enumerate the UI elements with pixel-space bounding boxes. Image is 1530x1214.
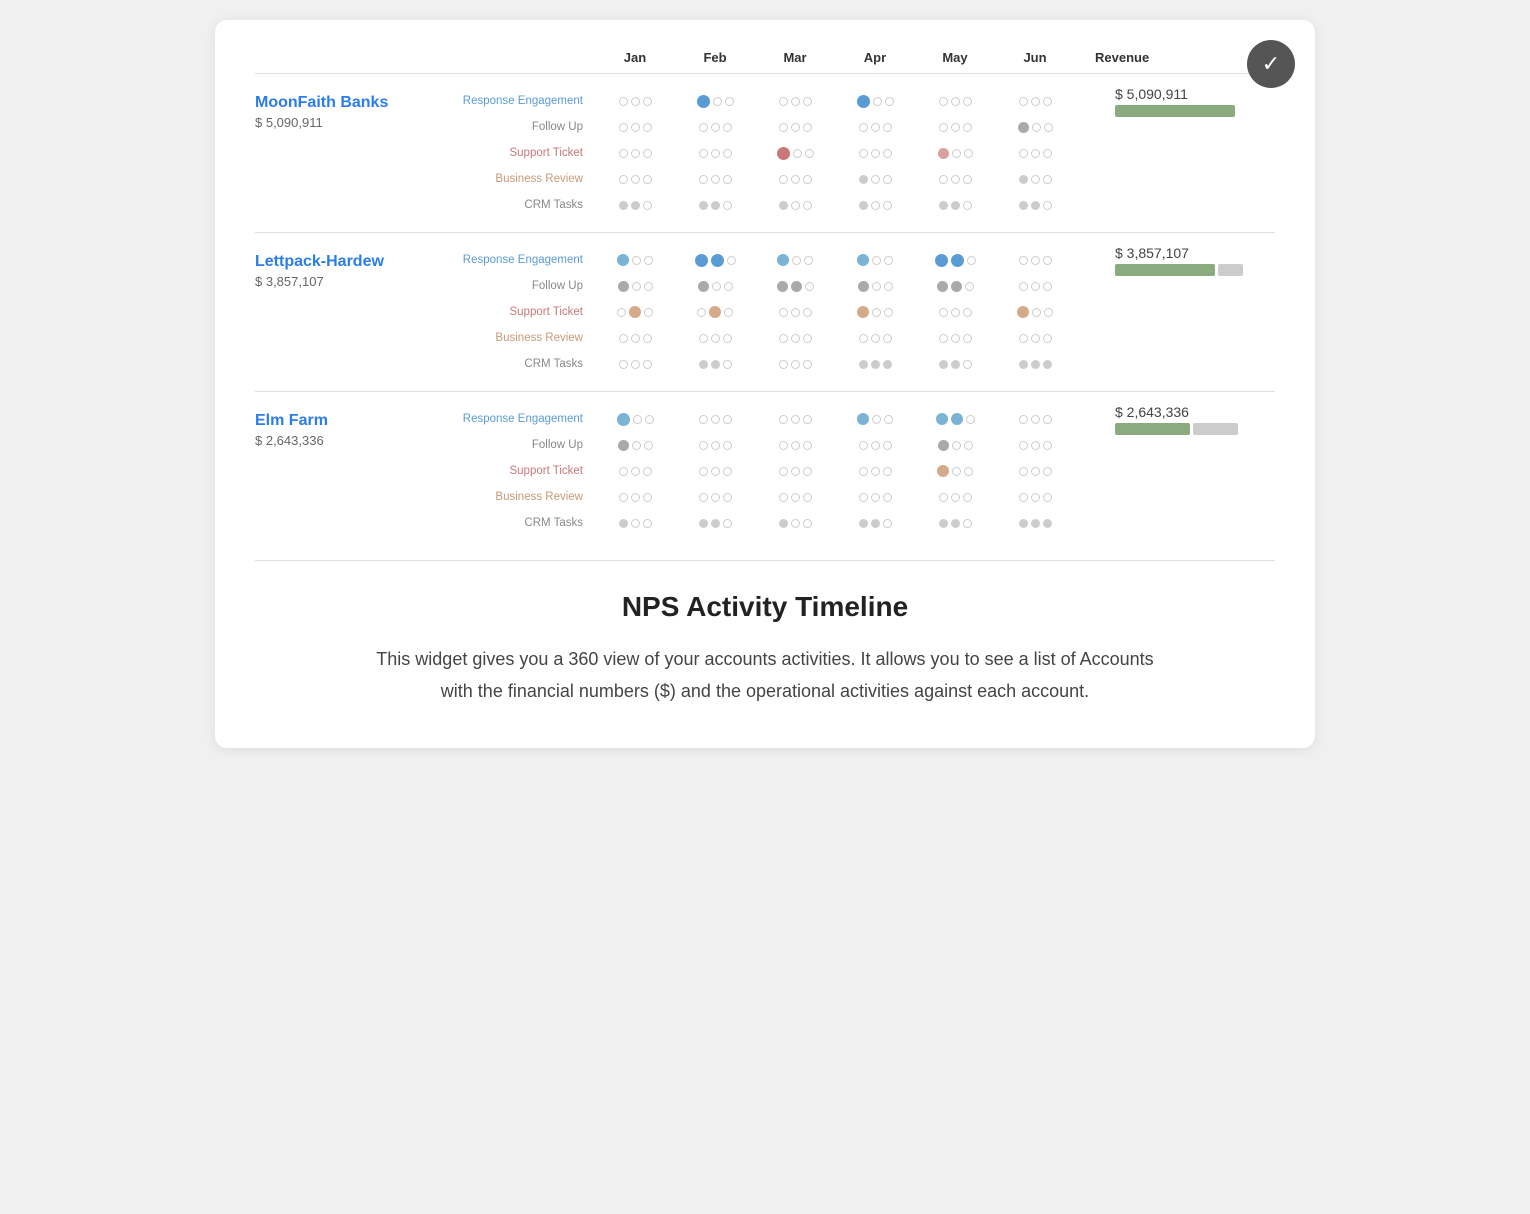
dots-support-elmfarm <box>595 465 1275 477</box>
row-crm-lettpack: CRM Tasks <box>455 353 1275 375</box>
account-revenue-lettpack: $ 3,857,107 <box>255 274 455 289</box>
activity-grid-moonfaith: Response Engagement <box>455 90 1275 216</box>
row-support-elmfarm: Support Ticket <box>455 460 1275 482</box>
revenue-bar-lettpack <box>1115 264 1243 276</box>
label-bizreview-moonfaith: Business Review <box>455 173 595 185</box>
revenue-amount-elmfarm: $ 2,643,336 <box>1115 404 1189 420</box>
dots-support-lettpack <box>595 306 1275 318</box>
label-followup-lettpack: Follow Up <box>455 280 595 292</box>
row-followup-lettpack: Follow Up <box>455 275 1275 297</box>
dots-support-moonfaith <box>595 147 1275 160</box>
header-feb: Feb <box>675 50 755 65</box>
dots-bizreview-moonfaith <box>595 175 1275 184</box>
revenue-col-elmfarm: $ 2,643,336 <box>1095 404 1275 435</box>
header-apr: Apr <box>835 50 915 65</box>
label-followup-moonfaith: Follow Up <box>455 121 595 133</box>
row-support-lettpack: Support Ticket <box>455 301 1275 323</box>
row-bizreview-moonfaith: Business Review <box>455 168 1275 190</box>
account-info-moonfaith: MoonFaith Banks $ 5,090,911 <box>255 90 455 130</box>
header-may: May <box>915 50 995 65</box>
label-bizreview-lettpack: Business Review <box>455 332 595 344</box>
row-followup-moonfaith: Follow Up <box>455 116 1275 138</box>
dots-bizreview-elmfarm <box>595 493 1275 502</box>
dots-followup-lettpack <box>595 281 1275 292</box>
revenue-amount-lettpack: $ 3,857,107 <box>1115 245 1189 261</box>
dots-bizreview-lettpack <box>595 334 1275 343</box>
row-bizreview-lettpack: Business Review <box>455 327 1275 349</box>
activity-grid-lettpack: Response Engagement $ 3,857,107 <box>455 249 1275 375</box>
label-bizreview-elmfarm: Business Review <box>455 491 595 503</box>
account-name-lettpack[interactable]: Lettpack-Hardew <box>255 253 455 271</box>
dots-followup-moonfaith <box>595 122 1275 133</box>
description-text: This widget gives you a 360 view of your… <box>365 643 1165 708</box>
label-response-elmfarm: Response Engagement <box>455 413 595 425</box>
row-support-moonfaith: Support Ticket <box>455 142 1275 164</box>
header-row: Jan Feb Mar Apr May Jun Revenue <box>255 50 1275 65</box>
row-crm-elmfarm: CRM Tasks <box>455 512 1275 534</box>
revenue-header: Revenue <box>1075 50 1255 65</box>
label-followup-elmfarm: Follow Up <box>455 439 595 451</box>
account-name-moonfaith[interactable]: MoonFaith Banks <box>255 94 455 112</box>
main-card: ✓ Jan Feb Mar Apr May Jun Revenue MoonFa… <box>215 20 1315 748</box>
label-response-moonfaith: Response Engagement <box>455 95 595 107</box>
account-revenue-elmfarm: $ 2,643,336 <box>255 433 455 448</box>
row-response-moonfaith: Response Engagement <box>455 90 1275 112</box>
header-mar: Mar <box>755 50 835 65</box>
activity-grid-elmfarm: Response Engagement $ 2,643,336 <box>455 408 1275 534</box>
revenue-col-lettpack: $ 3,857,107 <box>1095 245 1275 276</box>
dots-followup-elmfarm <box>595 440 1275 451</box>
account-name-elmfarm[interactable]: Elm Farm <box>255 412 455 430</box>
check-icon: ✓ <box>1247 40 1295 88</box>
dots-crm-elmfarm <box>595 519 1275 528</box>
account-section-lettpack: Lettpack-Hardew $ 3,857,107 Response Eng… <box>255 232 1275 391</box>
dots-crm-lettpack <box>595 360 1275 369</box>
row-response-lettpack: Response Engagement $ 3,857,107 <box>455 249 1275 271</box>
row-bizreview-elmfarm: Business Review <box>455 486 1275 508</box>
revenue-bar-moonfaith <box>1115 105 1235 117</box>
row-response-elmfarm: Response Engagement $ 2,643,336 <box>455 408 1275 430</box>
account-revenue-moonfaith: $ 5,090,911 <box>255 115 455 130</box>
row-crm-moonfaith: CRM Tasks <box>455 194 1275 216</box>
header-jan: Jan <box>595 50 675 65</box>
revenue-col-moonfaith: $ 5,090,911 <box>1095 86 1275 117</box>
dots-crm-moonfaith <box>595 201 1275 210</box>
account-section-moonfaith: MoonFaith Banks $ 5,090,911 Response Eng… <box>255 73 1275 232</box>
label-support-elmfarm: Support Ticket <box>455 465 595 477</box>
label-response-lettpack: Response Engagement <box>455 254 595 266</box>
label-crm-lettpack: CRM Tasks <box>455 358 595 370</box>
revenue-amount-moonfaith: $ 5,090,911 <box>1115 86 1188 102</box>
label-crm-elmfarm: CRM Tasks <box>455 517 595 529</box>
label-crm-moonfaith: CRM Tasks <box>455 199 595 211</box>
row-followup-elmfarm: Follow Up <box>455 434 1275 456</box>
description-section: NPS Activity Timeline This widget gives … <box>255 560 1275 708</box>
dots-response-moonfaith <box>595 95 1095 108</box>
revenue-bar-elmfarm <box>1115 423 1238 435</box>
description-title: NPS Activity Timeline <box>255 591 1275 623</box>
dots-response-lettpack <box>595 254 1095 267</box>
account-section-elmfarm: Elm Farm $ 2,643,336 Response Engagement <box>255 391 1275 550</box>
account-info-elmfarm: Elm Farm $ 2,643,336 <box>255 408 455 448</box>
label-support-lettpack: Support Ticket <box>455 306 595 318</box>
account-info-lettpack: Lettpack-Hardew $ 3,857,107 <box>255 249 455 289</box>
header-jun: Jun <box>995 50 1075 65</box>
label-support-moonfaith: Support Ticket <box>455 147 595 159</box>
dots-response-elmfarm <box>595 413 1095 426</box>
